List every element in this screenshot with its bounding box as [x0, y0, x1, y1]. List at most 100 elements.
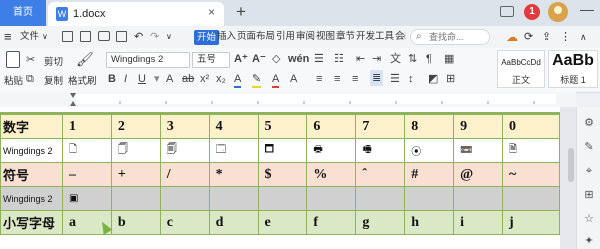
font-color-icon[interactable]: A — [234, 72, 242, 88]
increase-font-icon[interactable]: A⁺ — [234, 52, 248, 66]
menu-scroll-left-icon[interactable]: ‹ — [403, 26, 406, 48]
copy-button-label[interactable]: 复制 — [44, 73, 63, 87]
cloud-sync-icon[interactable]: ☁ — [506, 26, 518, 48]
table-cell[interactable]: j — [502, 210, 560, 235]
panel-ai-icon[interactable]: ✦ — [583, 235, 595, 247]
table-cell[interactable]: 1 — [61, 114, 112, 139]
borders-icon[interactable]: ⊞ — [446, 72, 455, 86]
table-cell[interactable]: 9 — [453, 114, 504, 139]
horizontal-ruler[interactable] — [0, 92, 576, 108]
superscript-icon[interactable]: x² — [200, 72, 209, 86]
align-right-icon[interactable]: ≡ — [352, 72, 358, 86]
table-cell[interactable] — [208, 186, 259, 211]
cut-button-label[interactable]: 剪切 — [44, 54, 63, 68]
change-case-icon[interactable]: wén — [288, 52, 309, 66]
menu-insert[interactable]: 插入 — [217, 26, 236, 48]
table-cell[interactable]: / — [159, 162, 210, 187]
table-cell[interactable]: b — [110, 210, 161, 235]
document-area[interactable]: 数字 1 2 3 4 5 6 7 8 9 0 Wingdings 2 🗋 🗍 🗐 🗔 🗖 🖶 🖷 ⦿ 📼 🗎 符号 – + / * $… — [0, 107, 576, 249]
table-cell[interactable]: ⦿ — [404, 138, 455, 163]
panel-settings-icon[interactable]: ⚙ — [583, 117, 595, 129]
search-box[interactable]: ⌕ — [410, 29, 490, 45]
row-label-cell[interactable]: Wingdings 2 — [0, 186, 63, 211]
table-cell[interactable]: 🖶 — [306, 138, 357, 163]
font-size-select[interactable]: 五号 — [192, 52, 230, 68]
table-cell[interactable]: 🗔 — [208, 138, 259, 163]
table-cell[interactable]: $ — [257, 162, 308, 187]
highlight-icon[interactable]: ✎ — [252, 72, 262, 88]
paste-button-label[interactable]: 粘贴 — [4, 73, 23, 87]
redo-icon[interactable]: ↷ — [150, 26, 159, 48]
table-cell[interactable]: ▣ — [61, 186, 112, 211]
numbered-list-icon[interactable]: ☷ — [334, 52, 344, 66]
bullet-list-icon[interactable]: ☰ — [314, 52, 324, 66]
tab-document[interactable]: W 1.docx × — [48, 2, 224, 26]
window-layout-icon[interactable] — [500, 6, 514, 17]
table-cell[interactable]: f — [306, 210, 357, 235]
copy-icon[interactable]: ⧉ — [26, 72, 34, 86]
decrease-font-icon[interactable]: A⁻ — [252, 52, 266, 66]
menu-page-layout[interactable]: 页面布局 — [237, 26, 275, 48]
panel-layout-icon[interactable]: ⊞ — [583, 189, 595, 201]
panel-favorite-icon[interactable]: ☆ — [583, 213, 595, 225]
tab-home[interactable]: 首页 — [0, 0, 46, 26]
style-normal[interactable]: AaBbCcDd 正文 — [497, 50, 545, 88]
table-style-icon[interactable]: ▦ — [444, 52, 454, 66]
file-dropdown-icon[interactable]: ∨ — [42, 26, 48, 48]
table-cell[interactable] — [159, 186, 210, 211]
table-cell[interactable]: # — [404, 162, 455, 187]
menu-section[interactable]: 章节 — [336, 26, 355, 48]
format-painter-icon[interactable]: 🖌 — [76, 52, 94, 66]
strikethrough-icon[interactable]: ab — [182, 72, 194, 86]
format-painter-label[interactable]: 格式刷 — [68, 73, 97, 87]
share-icon[interactable]: ⇪ — [542, 26, 551, 48]
table-cell[interactable]: % — [306, 162, 357, 187]
row-label-cell[interactable]: 数字 — [0, 114, 63, 139]
panel-locate-icon[interactable]: ⌖ — [583, 165, 595, 177]
panel-edit-icon[interactable]: ✎ — [583, 141, 595, 153]
table-cell[interactable]: + — [110, 162, 161, 187]
save-icon[interactable] — [62, 31, 73, 42]
menu-start[interactable]: 开始 — [194, 30, 220, 45]
new-tab-button[interactable]: + — [236, 3, 246, 21]
table-cell[interactable]: * — [208, 162, 259, 187]
underline-icon[interactable]: U — [138, 72, 146, 86]
table-cell[interactable]: g — [355, 210, 406, 235]
undo-icon[interactable]: ↶ — [134, 26, 143, 48]
text-color-icon[interactable]: A — [272, 72, 280, 88]
decrease-indent-icon[interactable]: ⇤ — [356, 52, 365, 66]
italic-icon[interactable]: I — [124, 72, 127, 86]
show-marks-icon[interactable]: ¶ — [426, 52, 432, 66]
table-cell[interactable] — [355, 186, 406, 211]
row-label-cell[interactable]: 小写字母 — [0, 210, 63, 235]
clear-format-icon[interactable]: ◇ — [272, 52, 280, 66]
table-cell[interactable]: 🗎 — [502, 138, 560, 163]
print-icon[interactable] — [98, 31, 110, 41]
shading-icon[interactable]: ◩ — [428, 72, 438, 86]
row-label-cell[interactable]: 符号 — [0, 162, 63, 187]
line-spacing-icon[interactable]: ↕ — [408, 72, 414, 86]
table-cell[interactable] — [306, 186, 357, 211]
table-cell[interactable] — [502, 186, 560, 211]
table-cell[interactable]: 🗖 — [257, 138, 308, 163]
menu-file[interactable]: 文件 — [20, 26, 39, 48]
table-cell[interactable]: 🗍 — [110, 138, 161, 163]
print-preview-icon[interactable] — [116, 31, 127, 42]
table-cell[interactable]: 🗋 — [61, 138, 112, 163]
menu-references[interactable]: 引用 — [276, 26, 295, 48]
chinese-layout-icon[interactable]: 文 — [390, 52, 401, 66]
font-effects-icon[interactable]: A — [166, 72, 173, 86]
notification-badge[interactable]: 1 — [524, 4, 540, 20]
align-left-icon[interactable]: ≡ — [316, 72, 322, 86]
table-cell[interactable] — [110, 186, 161, 211]
collapse-ribbon-icon[interactable]: ∧ — [580, 26, 587, 48]
table-cell[interactable] — [453, 186, 504, 211]
sort-icon[interactable]: ⇅ — [408, 52, 417, 66]
quick-access-more-icon[interactable]: ∨ — [166, 26, 172, 48]
close-tab-icon[interactable]: × — [208, 5, 215, 19]
search-input[interactable] — [429, 31, 487, 43]
more-options-icon[interactable]: ⋮ — [560, 26, 571, 48]
paste-icon[interactable] — [6, 51, 20, 68]
cut-icon[interactable]: ✂ — [26, 53, 35, 67]
table-cell[interactable]: h — [404, 210, 455, 235]
